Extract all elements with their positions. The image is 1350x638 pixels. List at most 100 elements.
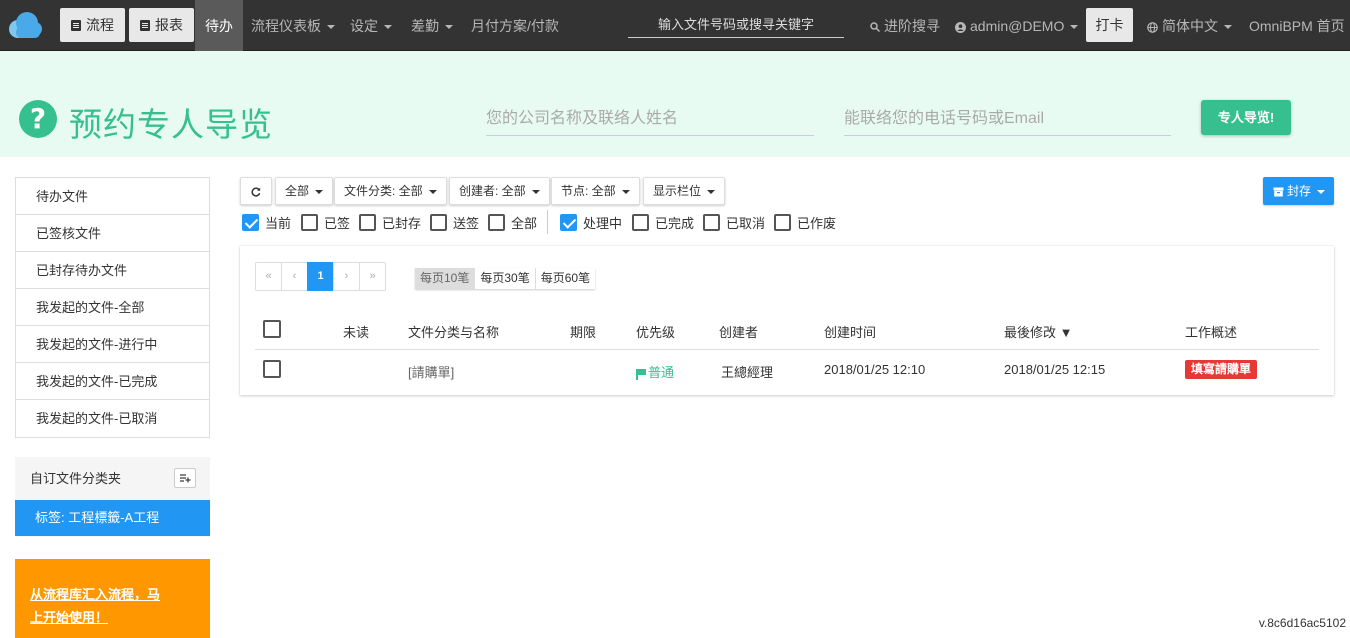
col-header-modified[interactable]: 最後修改 ▼ xyxy=(1004,322,1072,341)
table-header-divider xyxy=(255,349,1319,350)
archive-icon xyxy=(1273,187,1284,197)
page-size-30[interactable]: 每页30笔 xyxy=(475,268,536,289)
filter-node-dropdown[interactable]: 节点: 全部 xyxy=(551,177,640,205)
page-first-button[interactable]: « xyxy=(255,262,282,291)
chevron-down-icon xyxy=(428,189,437,194)
col-header-creator[interactable]: 创建者 xyxy=(719,322,758,341)
select-all-checkbox[interactable] xyxy=(263,320,281,338)
home-link[interactable]: OmniBPM 首页 xyxy=(1249,0,1345,51)
checkbox[interactable] xyxy=(430,213,447,231)
archive-button[interactable]: 封存 xyxy=(1263,177,1334,205)
checkbox[interactable] xyxy=(703,213,720,231)
nav-settings[interactable]: 设定 xyxy=(350,0,392,51)
check-label: 当前 xyxy=(265,215,292,231)
custom-folders: 自订文件分类夹 标签: 工程標籤-A工程 xyxy=(15,457,210,537)
check-label: 已签 xyxy=(324,215,351,231)
report-button-label: 报表 xyxy=(155,17,183,33)
document-icon xyxy=(71,19,81,31)
checkbox[interactable] xyxy=(632,213,649,231)
filter-scope-label: 全部 xyxy=(285,184,310,198)
row-checkbox[interactable] xyxy=(263,360,281,378)
chevron-down-icon xyxy=(1070,25,1079,30)
page-size-60[interactable]: 每页60笔 xyxy=(535,268,596,289)
sidebar-menu: 待办文件 已签核文件 已封存待办文件 我发起的文件-全部 我发起的文件-进行中 … xyxy=(15,177,210,438)
nav-flow-dashboard-label: 流程仪表板 xyxy=(251,18,321,34)
refresh-button[interactable] xyxy=(240,177,272,205)
page-last-button[interactable]: » xyxy=(359,262,386,291)
book-tour-button[interactable]: 专人导览! xyxy=(1201,100,1291,135)
chevron-down-icon xyxy=(384,25,392,30)
chevron-down-icon xyxy=(1317,189,1326,194)
folder-item-tag[interactable]: 标签: 工程標籤-A工程 xyxy=(15,500,210,536)
filter-scope-dropdown[interactable]: 全部 xyxy=(275,177,334,205)
flag-icon xyxy=(636,369,646,381)
checkbox[interactable] xyxy=(301,213,318,231)
task-status-badge[interactable]: 填寫請購單 xyxy=(1185,360,1258,379)
filter-check-voided[interactable]: 已作废 xyxy=(774,213,836,231)
sidebar-item-mine-cancelled[interactable]: 我发起的文件-已取消 xyxy=(16,400,209,437)
col-header-unread[interactable]: 未读 xyxy=(343,322,369,341)
page-next-button[interactable]: › xyxy=(333,262,360,291)
col-header-name[interactable]: 文件分类与名称 xyxy=(408,322,499,341)
import-flow-link[interactable]: 从流程库汇入流程，马 上开始使用！ xyxy=(30,587,160,625)
filter-check-all[interactable]: 全部 xyxy=(488,213,537,231)
column-display-dropdown[interactable]: 显示栏位 xyxy=(643,177,726,205)
cloud-logo-icon[interactable] xyxy=(6,10,42,40)
col-header-priority[interactable]: 优先级 xyxy=(636,322,675,341)
check-label: 已作废 xyxy=(797,215,837,231)
promo-line-1: 从流程库汇入流程，马 xyxy=(30,587,161,602)
page-prev-button[interactable]: ‹ xyxy=(281,262,308,291)
company-name-field[interactable] xyxy=(486,103,814,136)
report-button[interactable]: 报表 xyxy=(129,8,194,42)
user-menu[interactable]: admin@DEMO xyxy=(955,0,1079,51)
language-menu[interactable]: 简体中文 xyxy=(1147,0,1232,51)
tab-todo[interactable]: 待办 xyxy=(195,0,243,51)
add-list-icon xyxy=(180,474,191,483)
checkbox[interactable] xyxy=(774,213,791,231)
nav-flow-dashboard[interactable]: 流程仪表板 xyxy=(251,0,335,51)
pagination: « ‹ 1 › » xyxy=(255,262,386,291)
punch-in-button[interactable]: 打卡 xyxy=(1086,8,1133,42)
sidebar-item-todo[interactable]: 待办文件 xyxy=(16,178,209,215)
sidebar-item-mine-all[interactable]: 我发起的文件-全部 xyxy=(16,289,209,326)
checkbox[interactable] xyxy=(359,213,376,231)
checkbox-checked[interactable] xyxy=(242,213,259,231)
nav-attendance[interactable]: 差勤 xyxy=(411,0,453,51)
nav-attendance-label: 差勤 xyxy=(411,18,439,34)
sidebar-item-signed[interactable]: 已签核文件 xyxy=(16,215,209,252)
filter-check-completed[interactable]: 已完成 xyxy=(632,213,694,231)
col-header-task[interactable]: 工作概述 xyxy=(1185,322,1237,341)
filter-check-current[interactable]: 当前 xyxy=(242,213,291,231)
search-input[interactable] xyxy=(628,11,844,38)
sidebar-item-archived[interactable]: 已封存待办文件 xyxy=(16,252,209,289)
column-display-label: 显示栏位 xyxy=(653,184,702,198)
filter-check-signed[interactable]: 已签 xyxy=(301,213,350,231)
checkbox[interactable] xyxy=(488,213,505,231)
advanced-search-link[interactable]: 进阶搜寻 xyxy=(870,0,940,51)
page-number-current[interactable]: 1 xyxy=(307,262,334,291)
col-header-created[interactable]: 创建时间 xyxy=(824,322,876,341)
filter-check-cancelled[interactable]: 已取消 xyxy=(703,213,765,231)
filter-category-dropdown[interactable]: 文件分类: 全部 xyxy=(334,177,447,205)
nav-billing[interactable]: 月付方案/付款 xyxy=(471,0,559,51)
sidebar-item-mine-completed[interactable]: 我发起的文件-已完成 xyxy=(16,363,209,400)
filter-check-submitted[interactable]: 送签 xyxy=(430,213,479,231)
archive-label: 封存 xyxy=(1287,184,1312,198)
add-folder-button[interactable] xyxy=(174,468,196,488)
col-header-deadline[interactable]: 期限 xyxy=(570,322,596,341)
filter-check-processing[interactable]: 处理中 xyxy=(560,213,622,231)
check-label: 已取消 xyxy=(726,215,766,231)
sidebar-item-mine-inprogress[interactable]: 我发起的文件-进行中 xyxy=(16,326,209,363)
flow-button[interactable]: 流程 xyxy=(60,8,125,42)
contact-field[interactable] xyxy=(844,103,1171,136)
cell-document-name[interactable]: [請購單] xyxy=(408,362,454,381)
filter-creator-dropdown[interactable]: 创建者: 全部 xyxy=(449,177,550,205)
filter-check-archived[interactable]: 已封存 xyxy=(359,213,421,231)
version-label: v.8c6d16ac5102 xyxy=(1258,616,1346,630)
checkbox-checked[interactable] xyxy=(560,213,577,231)
cell-priority: 普通 xyxy=(636,362,674,381)
refresh-icon xyxy=(251,187,261,197)
custom-folders-title: 自订文件分类夹 xyxy=(30,471,122,486)
filter-divider xyxy=(547,210,548,234)
page-size-10[interactable]: 每页10笔 xyxy=(415,268,476,289)
